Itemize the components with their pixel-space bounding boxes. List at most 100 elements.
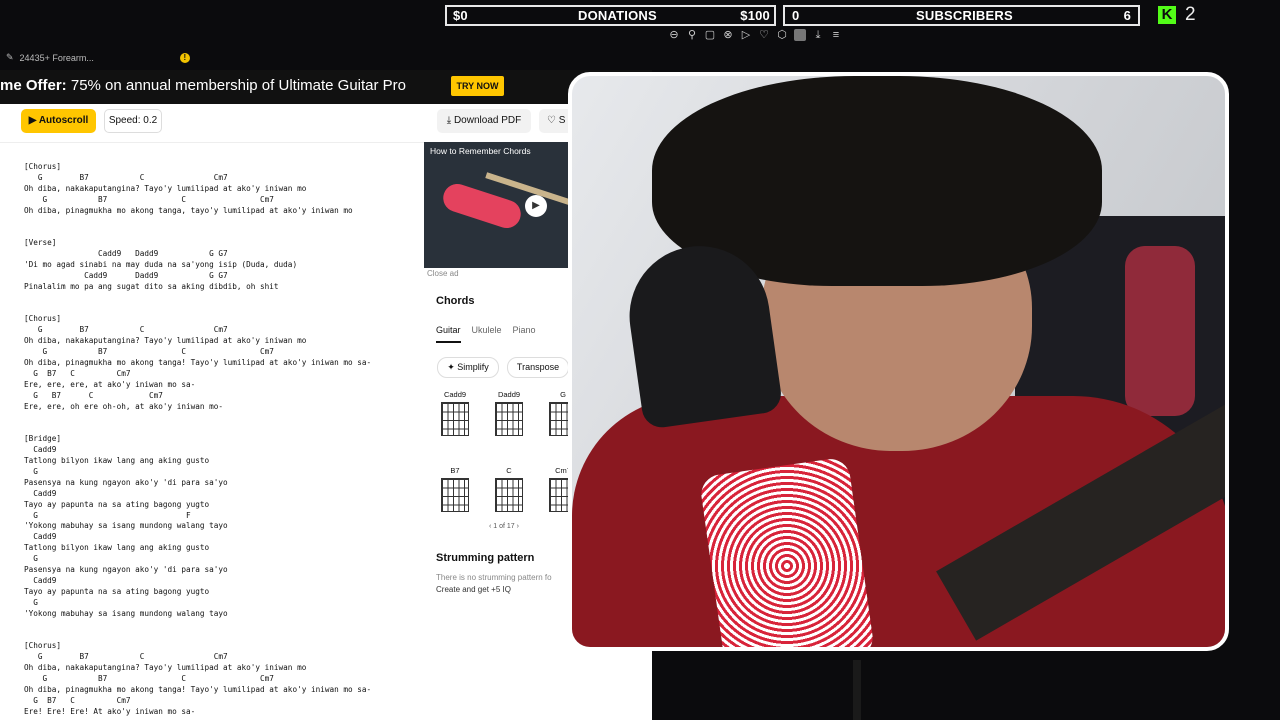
tab-line [24,227,424,238]
tab-line: G B7 C Cm7 [24,368,131,378]
guitar-image [439,180,525,232]
stream-toolbar: ⊖ ⚲ ▢ ⊗ ▷ ♡ ⬡ ⤓ ≡ [668,29,842,41]
tab-line: [Chorus] [24,314,62,324]
tab-line: G B7 C Cm7 [24,347,274,357]
chord-diagram[interactable]: C [493,466,525,512]
tab-line: [Verse] [24,238,57,248]
tab-line: Tatlong bilyon ikaw lang ang aking gusto [24,543,210,553]
download-icon[interactable]: ⤓ [812,29,824,41]
tab-line: G B7 C Cm7 [24,652,228,662]
browser-tab[interactable]: ✎ 24435+ Forearm... ! [6,52,190,63]
create-strumming-link[interactable]: Create and get +5 IQ [436,585,511,594]
fretboard-grid [441,478,469,512]
tab-line: Cadd9 [24,575,57,585]
chord-diagram[interactable]: Dadd9 [493,390,525,436]
donations-target: $100 [740,8,770,23]
tab-line: Cadd9 [24,532,57,542]
tab-line: G B7 C Cm7 [24,390,163,400]
play-icon[interactable]: ▶ [525,195,547,217]
simplify-button[interactable]: ✦ Simplify [437,357,499,378]
tab-line: G F [24,510,191,520]
tab-line: Oh diba, nakakaputangina? Tayo'y lumilip… [24,662,307,672]
crop-icon[interactable]: ▢ [704,29,716,41]
subscribers-target: 6 [1123,8,1131,23]
tab-line: [Bridge] [24,434,62,444]
chord-name: Dadd9 [497,390,521,399]
tab-line: Ere, ere, ere, at ako'y iniwan mo sa- [24,379,196,389]
tab-ukulele[interactable]: Ukulele [472,325,502,343]
tab-line: [Chorus] [24,162,62,171]
tab-line: Oh diba, pinagmukha mo akong tanga, tayo… [24,205,353,215]
tab-line: 'Di mo agad sinabi na may duda na sa'yon… [24,260,298,270]
chord-diagram[interactable]: B7 [439,466,471,512]
try-now-button[interactable]: TRY NOW [451,76,504,96]
scrollbar[interactable] [853,660,861,720]
fretboard-grid [495,478,523,512]
donations-goal-bar: $0 DONATIONS $100 [445,5,776,26]
tab-line: Tayo ay papunta na sa ating bagong yugto [24,499,210,509]
warning-icon[interactable]: ! [179,52,190,63]
tab-line: G B7 C Cm7 [24,325,228,335]
video-ad[interactable]: How to Remember Chords ▶ [424,142,569,268]
subscribers-current: 0 [792,8,800,23]
promo-text: 75% on annual membership of Ultimate Gui… [66,77,407,94]
menu-icon[interactable]: ≡ [830,29,842,41]
tab-line: G [24,466,38,476]
donations-label: DONATIONS [578,8,657,23]
tab-content: [Chorus] G B7 C Cm7 Oh diba, nakakaputang… [24,162,424,717]
tab-line [24,619,424,630]
subscribers-goal-bar: 0 SUBSCRIBERS 6 [783,5,1140,26]
chair-accent-image [1125,246,1195,416]
chord-pager[interactable]: ‹ 1 of 17 › [489,523,519,530]
block-icon[interactable]: ⊗ [722,29,734,41]
zoom-out-icon[interactable]: ⊖ [668,29,680,41]
tab-line: G B7 C Cm7 [24,695,131,705]
tab-guitar[interactable]: Guitar [436,325,461,343]
close-ad-link[interactable]: Close ad [427,269,459,278]
pin-icon[interactable]: ⚲ [686,29,698,41]
tab-line: Oh diba, pinagmukha mo akong tanga! Tayo… [24,684,372,694]
promo-prefix: me Offer: [0,77,67,94]
tab-toolbar: ▶ Autoscroll Speed: 0.2 ⤓ Download PDF ♡… [0,104,652,143]
tab-line: Cadd9 [24,445,57,455]
microphone-grille-image [698,456,876,647]
play-icon[interactable]: ▷ [740,29,752,41]
tab-line [24,216,424,227]
transpose-button[interactable]: Transpose [507,357,569,378]
chord-diagram[interactable]: Cadd9 [439,390,471,436]
tab-line: G B7 C Cm7 [24,172,228,182]
tab-line: Oh diba, nakakaputangina? Tayo'y lumilip… [24,336,307,346]
speed-button[interactable]: Speed: 0.2 [104,109,162,133]
autoscroll-button[interactable]: ▶ Autoscroll [21,109,96,133]
download-pdf-button[interactable]: ⤓ Download PDF [437,109,531,133]
chord-name: C [506,466,512,475]
tab-line: Ere, ere, oh ere oh-oh, at ako'y iniwan … [24,401,224,411]
tab-line [24,293,424,304]
tab-line: Pinalalim mo pa ang sugat dito sa aking … [24,281,279,291]
tab-piano[interactable]: Piano [513,325,536,343]
tab-line: Oh diba, nakakaputangina? Tayo'y lumilip… [24,183,307,193]
chord-name: Cadd9 [443,390,467,399]
tab-line [24,304,424,315]
avatar-icon[interactable] [794,29,806,41]
tab-line [24,630,424,641]
kick-viewer-count: 2 [1185,4,1196,25]
heart-icon[interactable]: ♡ [758,29,770,41]
fretboard-grid [495,402,523,436]
tab-line [24,412,424,423]
tab-line: Ere! Ere! Ere! At ako'y iniwan mo sa- [24,706,196,716]
ad-title: How to Remember Chords [430,146,531,156]
tab-line: G B7 C Cm7 [24,194,274,204]
tab-line: [Chorus] [24,641,62,651]
extension-icon[interactable]: ⬡ [776,29,788,41]
tab-line: Pasensya na kung ngayon ako'y 'di para s… [24,564,228,574]
tab-favicon-icon: ✎ [6,52,14,62]
tab-line: Cadd9 Dadd9 G G7 [24,249,228,259]
chords-heading: Chords [436,295,475,307]
kick-logo-icon: K [1158,6,1176,24]
tab-line: Cadd9 [24,488,57,498]
webcam-feed [568,72,1229,651]
tab-line: Oh diba, pinagmukha mo akong tanga! Tayo… [24,358,372,368]
strumming-text: There is no strumming pattern fo [436,573,552,582]
tab-line: Pasensya na kung ngayon ako'y 'di para s… [24,477,228,487]
